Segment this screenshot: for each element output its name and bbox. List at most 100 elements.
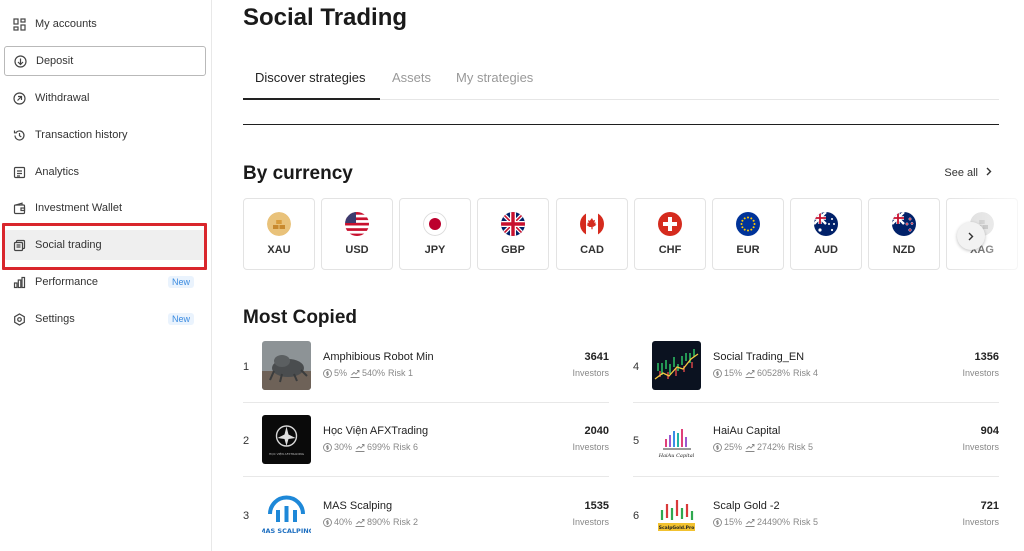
sidebar-item-label: Transaction history [35, 129, 128, 141]
strategy-name: Scalp Gold -2 [713, 500, 780, 512]
strategy-return: 5% [334, 368, 348, 378]
sidebar: My accounts Deposit Withdrawal Transacti… [0, 0, 212, 551]
tab-assets[interactable]: Assets [392, 70, 431, 100]
tab-discover-strategies[interactable]: Discover strategies [243, 70, 380, 100]
strategy-stats: 25% 2742% Risk 5 [713, 442, 813, 452]
currency-card-chf[interactable]: CHF [634, 198, 706, 270]
strategy-return: 30% [334, 442, 353, 452]
canada-flag-icon [580, 212, 604, 236]
strategy-risk: Risk 5 [788, 442, 814, 452]
sidebar-item-my-accounts[interactable]: My accounts [4, 9, 206, 39]
currency-code: AUD [814, 244, 838, 256]
strategy-return: 25% [724, 442, 743, 452]
dollar-icon [323, 442, 332, 452]
thumb-text: HỌC VIỆN AFXTRADING [269, 451, 305, 456]
strategy-return: 15% [724, 368, 743, 378]
strategy-risk: Risk 1 [388, 368, 414, 378]
by-currency-title: By currency [243, 163, 353, 184]
strategy-growth: 540% [362, 368, 386, 378]
strategy-name: Social Trading_EN [713, 351, 805, 363]
growth-icon [745, 443, 755, 452]
currency-card-nzd[interactable]: NZD [868, 198, 940, 270]
currency-code: EUR [736, 244, 760, 256]
currency-code: JPY [424, 244, 446, 256]
currency-code: CAD [580, 244, 604, 256]
row-divider [633, 476, 999, 477]
dollar-icon [713, 368, 722, 378]
strategy-card[interactable]: 6 ScalpGold.Pro Scalp Gold -2 15% 24490%… [633, 490, 999, 551]
dollar-icon [713, 517, 722, 527]
sidebar-item-performance[interactable]: Performance New [4, 267, 206, 297]
currency-card-jpy[interactable]: JPY [399, 198, 471, 270]
investors-label: Investors [962, 442, 999, 452]
thumb-text: MAS SCALPING [262, 527, 311, 535]
deposit-icon [13, 54, 27, 68]
strategy-growth: 24490% [757, 517, 791, 527]
divider [243, 124, 999, 125]
growth-icon [350, 369, 360, 378]
eu-flag-icon [736, 212, 760, 236]
sidebar-item-label: Investment Wallet [35, 202, 123, 214]
analytics-icon [12, 165, 26, 179]
strategy-avatar: HỌC VIỆN AFXTRADING [262, 415, 311, 464]
strategy-growth: 60528% [757, 368, 791, 378]
investors-label: Investors [572, 368, 609, 378]
tab-bar: Discover strategies Assets My strategies [243, 60, 999, 100]
sidebar-item-social-trading[interactable]: Social trading [4, 230, 206, 260]
currency-code: CHF [658, 244, 682, 256]
sidebar-item-label: Performance [35, 276, 98, 288]
growth-icon [745, 518, 755, 527]
sidebar-item-label: Deposit [36, 55, 74, 67]
see-all-label: See all [944, 167, 978, 179]
sidebar-item-label: Settings [35, 313, 75, 325]
withdrawal-icon [12, 91, 26, 105]
currency-card-gbp[interactable]: GBP [477, 198, 549, 270]
history-icon [12, 128, 26, 142]
wallet-icon [12, 201, 26, 215]
investors-label: Investors [962, 368, 999, 378]
strategy-rank: 2 [243, 435, 250, 447]
strategy-avatar [652, 341, 701, 390]
settings-icon [12, 312, 26, 326]
sidebar-item-label: Withdrawal [35, 92, 90, 104]
strategy-card[interactable]: 3 MAS SCALPING MAS Scalping 40% 890% Ris… [243, 490, 609, 551]
thumb-text: ScalpGold.Pro [659, 525, 695, 531]
tab-my-strategies[interactable]: My strategies [456, 70, 533, 100]
strategy-rank: 3 [243, 510, 250, 522]
investor-count: 721 [980, 500, 999, 512]
strategy-stats: 40% 890% Risk 2 [323, 517, 418, 527]
sidebar-item-transaction-history[interactable]: Transaction history [4, 120, 206, 150]
currency-card-cad[interactable]: CAD [556, 198, 628, 270]
currency-card-aud[interactable]: AUD [790, 198, 862, 270]
new-badge: New [167, 313, 194, 325]
growth-icon [355, 518, 365, 527]
currency-code: USD [345, 244, 369, 256]
sidebar-item-analytics[interactable]: Analytics [4, 157, 206, 187]
currency-card-eur[interactable]: EUR [712, 198, 784, 270]
us-flag-icon [345, 212, 369, 236]
strategy-risk: Risk 6 [393, 442, 419, 452]
strategy-stats: 15% 24490% Risk 5 [713, 517, 818, 527]
sidebar-item-investment-wallet[interactable]: Investment Wallet [4, 193, 206, 223]
sidebar-item-deposit[interactable]: Deposit [4, 46, 206, 76]
page-title: Social Trading [243, 4, 408, 31]
strategy-growth: 699% [367, 442, 391, 452]
sidebar-item-withdrawal[interactable]: Withdrawal [4, 83, 206, 113]
japan-flag-icon [423, 212, 447, 236]
sidebar-item-settings[interactable]: Settings New [4, 304, 206, 334]
strategy-rank: 1 [243, 361, 250, 373]
currency-code: XAU [267, 244, 291, 256]
new-zealand-flag-icon [892, 212, 916, 236]
currency-card-xau[interactable]: XAU [243, 198, 315, 270]
investor-count: 3641 [584, 351, 609, 363]
strategy-risk: Risk 5 [793, 517, 819, 527]
see-all-link[interactable]: See all [944, 167, 992, 179]
strategy-growth: 2742% [757, 442, 786, 452]
dollar-icon [323, 368, 332, 378]
currency-card-usd[interactable]: USD [321, 198, 393, 270]
scroll-right-button[interactable] [957, 222, 985, 250]
strategy-name: MAS Scalping [323, 500, 393, 512]
strategy-rank: 6 [633, 510, 640, 522]
investor-count: 1356 [974, 351, 999, 363]
strategy-name: Học Viện AFXTrading [323, 425, 429, 437]
